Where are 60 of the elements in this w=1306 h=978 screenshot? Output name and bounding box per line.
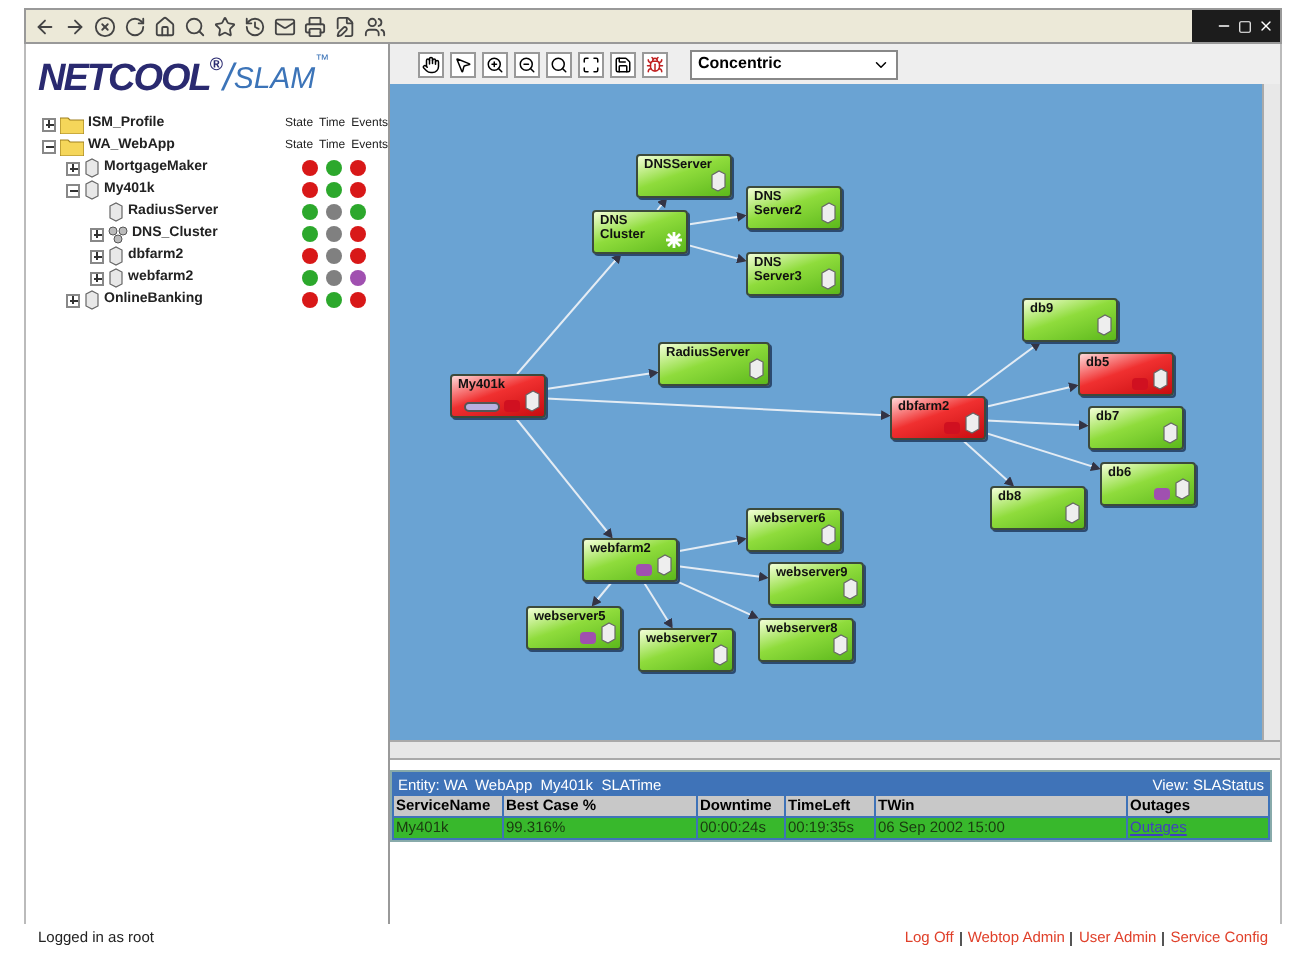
folder-icon [60, 137, 84, 155]
collapse-toggle[interactable] [42, 139, 56, 153]
connector-arrow [656, 197, 668, 211]
connector-arrow [687, 211, 747, 226]
server-icon [710, 170, 726, 192]
server-icon [842, 578, 858, 600]
expand-toggle[interactable] [42, 117, 56, 131]
search-icon[interactable] [184, 15, 206, 37]
people-icon[interactable] [364, 15, 386, 37]
connector-arrow [677, 535, 747, 553]
expand-toggle[interactable] [66, 161, 80, 175]
server-icon [524, 390, 540, 412]
vertical-scrollbar[interactable] [1262, 84, 1280, 740]
collapse-toggle[interactable] [66, 183, 80, 197]
bug-icon[interactable] [642, 51, 668, 77]
folder-icon [60, 115, 84, 133]
forward-icon[interactable] [64, 15, 86, 37]
connector-arrow [687, 244, 747, 264]
star-icon[interactable] [214, 15, 236, 37]
server-icon [748, 358, 764, 380]
layout-select[interactable]: Concentric [690, 49, 898, 79]
zoom-out-icon[interactable] [514, 51, 540, 77]
horizontal-scrollbar[interactable] [390, 740, 1280, 760]
fit-icon[interactable] [578, 51, 604, 77]
server-icon [820, 268, 836, 290]
connector-arrow [591, 581, 613, 607]
server-icon [820, 202, 836, 224]
expand-toggle[interactable] [90, 271, 104, 285]
server-icon [1064, 502, 1080, 524]
edit-icon[interactable] [334, 15, 356, 37]
refresh-icon[interactable] [124, 15, 146, 37]
close-icon[interactable] [1258, 18, 1274, 34]
server-icon [1174, 478, 1190, 500]
save-icon[interactable] [610, 51, 636, 77]
maximize-icon[interactable] [1238, 19, 1252, 33]
stop-icon[interactable] [94, 15, 116, 37]
server-icon [964, 412, 980, 434]
server-icon [712, 644, 728, 666]
server-icon [656, 554, 672, 576]
history-icon[interactable] [244, 15, 266, 37]
expand-toggle[interactable] [90, 227, 104, 241]
expand-toggle[interactable] [66, 293, 80, 307]
server-icon [1096, 314, 1112, 336]
back-icon[interactable] [34, 15, 56, 37]
home-icon[interactable] [154, 15, 176, 37]
connector-arrow [642, 581, 674, 629]
pointer-icon[interactable] [450, 51, 476, 77]
mail-icon[interactable] [274, 15, 296, 37]
server-icon [820, 524, 836, 546]
search-icon[interactable] [546, 51, 572, 77]
expand-toggle[interactable] [90, 249, 104, 263]
server-icon [1162, 422, 1178, 444]
zoom-in-icon[interactable] [482, 51, 508, 77]
cluster-icon [108, 225, 128, 243]
server-icon [600, 622, 616, 644]
server-icon [832, 634, 848, 656]
hand-icon[interactable] [418, 51, 444, 77]
printer-icon[interactable] [304, 15, 326, 37]
cluster-icon [666, 232, 682, 248]
server-icon [1152, 368, 1168, 390]
